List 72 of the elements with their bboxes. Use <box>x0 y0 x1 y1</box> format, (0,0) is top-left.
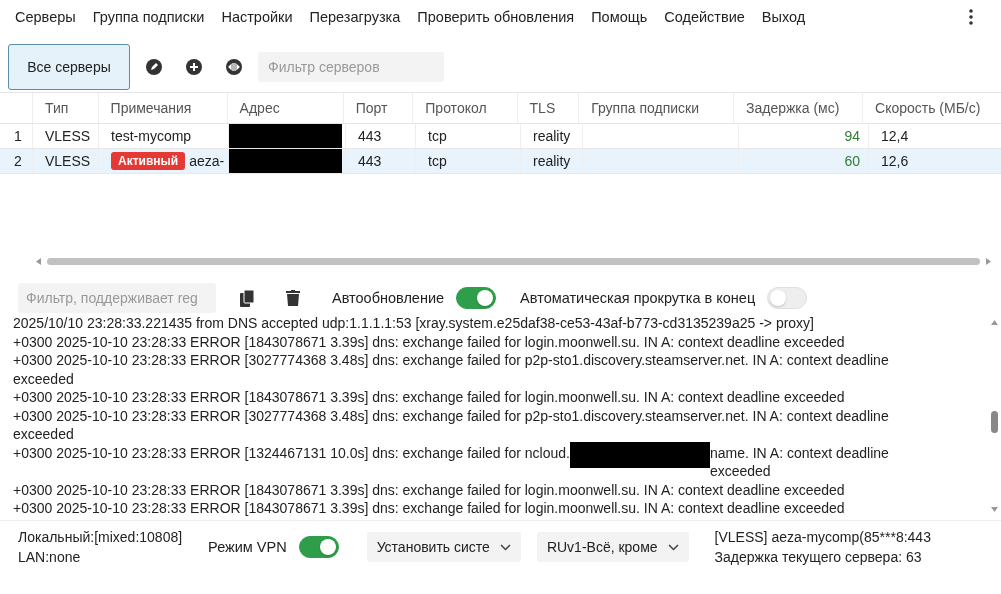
more-icon[interactable] <box>969 9 973 25</box>
log-line: +0300 2025-10-10 23:28:33 ERROR [3027774368 3.48s] dns: exchange failed for p2p-sto1.discovery.steamserver.net. IN A: context deadline exceeded <box>13 351 890 388</box>
table-cell: tcp <box>415 124 520 148</box>
log-filter-field[interactable]: Фильтр, поддерживает reg <box>18 283 216 313</box>
log-line: +0300 2025-10-10 23:28:33 ERROR [1843078671 3.39s] dns: exchange failed for login.moonwell.su. IN A: context deadline exceeded <box>13 388 846 407</box>
log-line: +0300 2025-10-10 23:28:33 ERROR [1843078671 3.39s] dns: exchange failed for login.moonwell.su. IN A: context deadline exceeded <box>13 332 846 351</box>
column-header[interactable]: Группа подписки <box>578 93 733 123</box>
edit-icon[interactable] <box>146 59 162 75</box>
table-cell: 12,6 <box>868 149 1001 173</box>
copy-icon[interactable] <box>240 289 254 307</box>
table-cell: 443 <box>345 124 415 148</box>
menu-item[interactable]: Группа подписки <box>87 9 210 25</box>
scroll-down-icon[interactable] <box>990 507 998 512</box>
auto-scroll-label: Автоматическая прокрутка в конец <box>520 290 756 306</box>
log-line: +0300 2025-10-10 23:28:33 ERROR [1843078671 3.39s] dns: exchange failed for login.moonwell.su. IN A: context deadline exceeded <box>13 499 846 518</box>
table-cell: VLESS <box>32 149 98 173</box>
table-cell: test-mycomp <box>111 128 192 144</box>
scrollbar-thumb[interactable] <box>47 257 980 265</box>
vpn-mode-label: Режим VPN <box>208 539 287 555</box>
server-delay-text: Задержка текущего сервера: 63 <box>714 548 923 567</box>
menu-item[interactable]: Выход <box>756 9 811 25</box>
chevron-down-icon <box>667 543 679 551</box>
table-cell: 60 <box>738 149 868 173</box>
menu-item[interactable]: Содействие <box>659 9 750 25</box>
vpn-mode-toggle[interactable] <box>298 536 339 558</box>
column-header[interactable]: Задержка (мс) <box>732 93 862 123</box>
auto-update-toggle[interactable] <box>456 287 497 309</box>
auto-scroll-toggle[interactable] <box>767 287 808 309</box>
menu-item[interactable]: Серверы <box>10 9 81 25</box>
log-line: +0300 2025-10-10 23:28:33 ERROR [1843078671 3.39s] dns: exchange failed for login.moonwell.su. IN A: context deadline exceeded <box>13 480 846 499</box>
auto-update-label: Автообновление <box>332 290 445 306</box>
trash-icon[interactable] <box>286 290 300 306</box>
row-number: 1 <box>13 128 23 144</box>
column-header[interactable]: Скорость (МБ/с) <box>862 93 1001 123</box>
table-cell: 443 <box>345 149 415 173</box>
menu-item[interactable]: Проверить обновления <box>412 9 580 25</box>
menu-item[interactable]: Настройки <box>216 9 298 25</box>
column-header[interactable]: Протокол <box>412 93 517 123</box>
table-cell: 12,4 <box>868 124 1001 148</box>
split-icon[interactable] <box>226 59 242 75</box>
log-line: name. IN A: context deadline exceeded <box>709 443 890 481</box>
server-filter-field[interactable]: Фильтр серверов <box>258 52 444 82</box>
active-badge: Активный <box>111 152 186 170</box>
log-line: 2025/10/10 23:28:33.221435 from DNS accepted udp:1.1.1.1:53 [xray.system.e25daf38-ce53-43af-b773-cd3135239a25 -> proxy] <box>13 314 815 333</box>
local-port-text: Локальный:[mixed:10808] <box>18 528 183 547</box>
table-cell: reality <box>520 149 582 173</box>
table-cell: aeza- <box>189 153 225 169</box>
table-cell: tcp <box>415 149 520 173</box>
table-cell: VLESS <box>32 124 98 148</box>
routing-dropdown[interactable]: RUv1-Всё, кроме <box>536 532 689 562</box>
column-header[interactable]: Тип <box>32 93 98 123</box>
log-line: +0300 2025-10-10 23:28:33 ERROR [1324467131 10.0s] dns: exchange failed for ncloud. <box>13 443 570 462</box>
scroll-left-icon[interactable] <box>36 257 41 265</box>
table-cell: reality <box>520 124 582 148</box>
menu-item[interactable]: Перезагрузка <box>304 9 406 25</box>
scrollbar-thumb[interactable] <box>990 411 998 433</box>
server-row[interactable]: 2 VLESS Активный aeza- 443 tcp reality 60 12,6 <box>0 149 1001 174</box>
chevron-down-icon <box>499 543 511 551</box>
column-header[interactable]: Примечания <box>97 93 227 123</box>
column-header[interactable]: Адрес <box>226 93 343 123</box>
add-icon[interactable] <box>186 59 202 75</box>
proxy-dropdown[interactable]: Установить систе <box>366 532 521 562</box>
menu-item[interactable]: Помощь <box>586 9 653 25</box>
current-server-text: [VLESS] aeza-mycomp(85***8:443 <box>714 528 931 547</box>
column-header[interactable]: Порт <box>342 93 413 123</box>
row-number: 2 <box>13 153 23 169</box>
scroll-up-icon[interactable] <box>990 320 998 325</box>
server-tab[interactable]: Все серверы <box>8 44 130 90</box>
lan-text: LAN:none <box>18 548 82 567</box>
scroll-right-icon[interactable] <box>986 257 991 265</box>
table-cell: 94 <box>738 124 868 148</box>
column-header[interactable]: TLS <box>516 93 579 123</box>
